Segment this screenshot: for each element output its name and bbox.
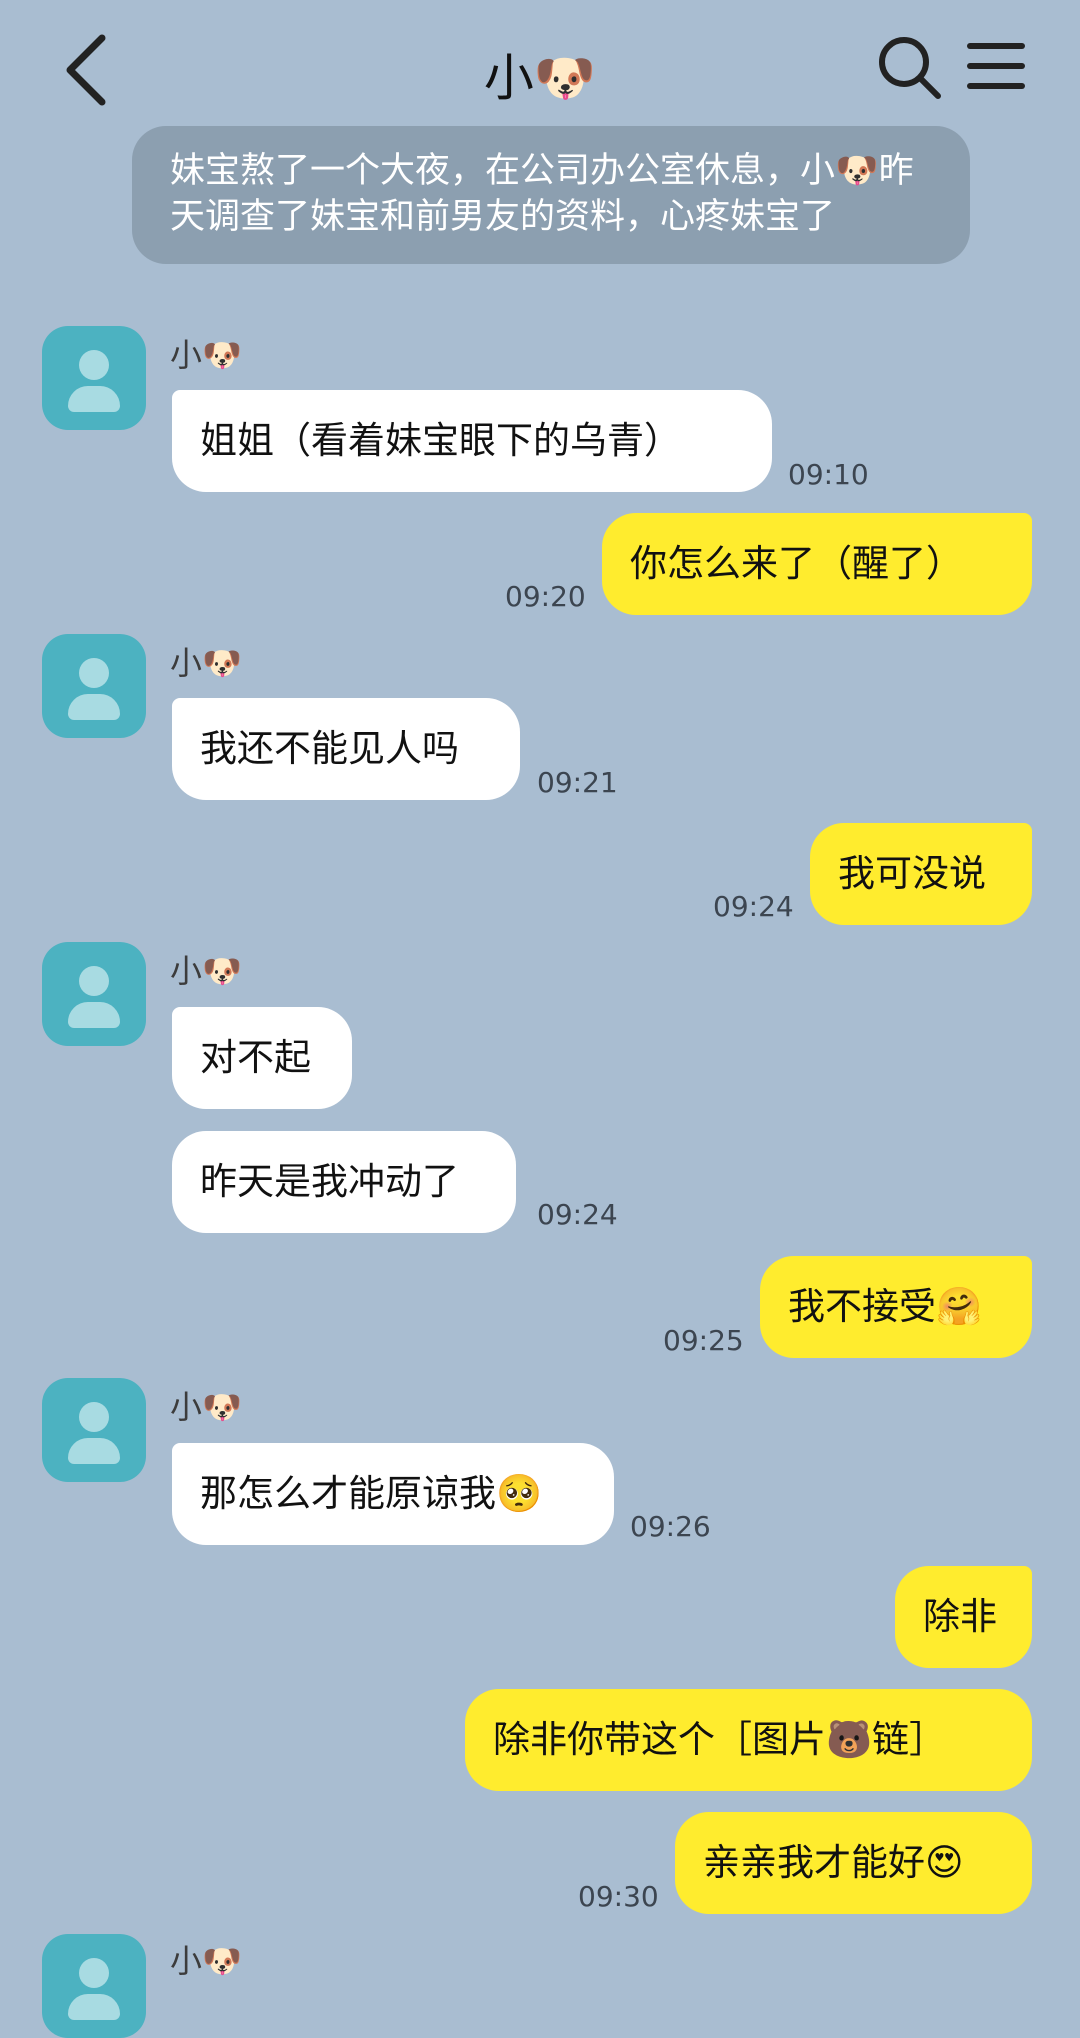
avatar-shoulders-shape [68, 1438, 120, 1464]
sender-name: 小🐶 [170, 952, 242, 990]
sender-name: 小🐶 [170, 644, 242, 682]
avatar-shoulders-shape [68, 694, 120, 720]
sender-name: 小🐶 [170, 336, 242, 374]
outgoing-message-bubble[interactable]: 我可没说 [810, 823, 1032, 925]
incoming-message-bubble[interactable]: 昨天是我冲动了 [172, 1131, 516, 1233]
chat-header: 小🐶 [0, 0, 1080, 126]
avatar-head-shape [79, 966, 109, 996]
message-time: 09:24 [537, 1198, 618, 1231]
sender-name: 小🐶 [170, 1388, 242, 1426]
outgoing-message-bubble[interactable]: 我不接受🤗 [760, 1256, 1032, 1358]
message-time: 09:26 [630, 1510, 711, 1543]
incoming-message-bubble[interactable]: 我还不能见人吗 [172, 698, 520, 800]
message-time: 09:25 [663, 1324, 744, 1357]
hamburger-menu-icon [967, 43, 1025, 89]
sender-name: 小🐶 [170, 1942, 242, 1980]
message-time: 09:21 [537, 766, 618, 799]
incoming-message-bubble[interactable]: 那怎么才能原谅我🥺 [172, 1443, 614, 1545]
message-time: 09:20 [505, 580, 586, 613]
search-icon [879, 37, 941, 99]
avatar-head-shape [79, 350, 109, 380]
message-time: 09:30 [578, 1880, 659, 1913]
avatar-shoulders-shape [68, 1994, 120, 2020]
menu-button[interactable] [966, 36, 1026, 96]
incoming-message-bubble[interactable]: 姐姐（看着妹宝眼下的乌青） [172, 390, 772, 492]
message-time: 09:24 [713, 890, 794, 923]
avatar-shoulders-shape [68, 386, 120, 412]
outgoing-message-bubble[interactable]: 除非 [895, 1566, 1032, 1668]
avatar-head-shape [79, 1958, 109, 1988]
avatar-head-shape [79, 658, 109, 688]
contact-avatar[interactable] [42, 634, 146, 738]
contact-avatar[interactable] [42, 1378, 146, 1482]
contact-avatar[interactable] [42, 326, 146, 430]
outgoing-message-bubble[interactable]: 你怎么来了（醒了） [602, 513, 1032, 615]
avatar-shoulders-shape [68, 1002, 120, 1028]
search-button[interactable] [876, 34, 942, 100]
outgoing-message-bubble[interactable]: 除非你带这个［图片🐻链］ [465, 1689, 1032, 1791]
contact-avatar[interactable] [42, 1934, 146, 2038]
contact-avatar[interactable] [42, 942, 146, 1046]
incoming-message-bubble[interactable]: 对不起 [172, 1007, 352, 1109]
avatar-head-shape [79, 1402, 109, 1432]
message-time: 09:10 [788, 458, 869, 491]
narration-note: 妹宝熬了一个大夜，在公司办公室休息，小🐶昨天调查了妹宝和前男友的资料，心疼妹宝了 [132, 126, 970, 264]
outgoing-message-bubble[interactable]: 亲亲我才能好😍 [675, 1812, 1032, 1914]
